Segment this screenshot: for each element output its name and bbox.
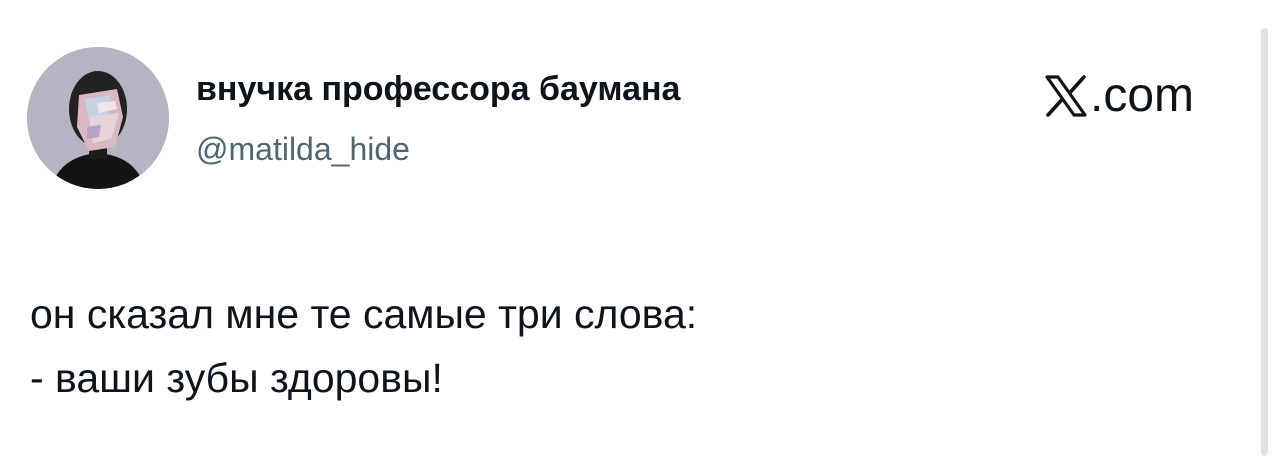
tweet-line-2: - ваши зубы здоровы! xyxy=(30,355,443,401)
author-display-name[interactable]: внучка профессора баумана xyxy=(196,70,680,109)
tweet-line-1: он сказал мне те самые три слова: xyxy=(30,291,698,337)
x-logo-icon xyxy=(1045,75,1087,117)
brand-domain-text: .com xyxy=(1090,69,1195,122)
tweet-body: он сказал мне те самые три слова: - ваши… xyxy=(30,282,697,410)
avatar-image-icon xyxy=(27,47,169,189)
tweet-card: внучка профессора баумана @matilda_hide … xyxy=(0,0,1280,456)
author-avatar[interactable] xyxy=(27,47,169,189)
x-brand: .com xyxy=(1043,70,1194,122)
author-handle[interactable]: @matilda_hide xyxy=(196,131,410,168)
vertical-scrollbar[interactable] xyxy=(1261,28,1268,456)
